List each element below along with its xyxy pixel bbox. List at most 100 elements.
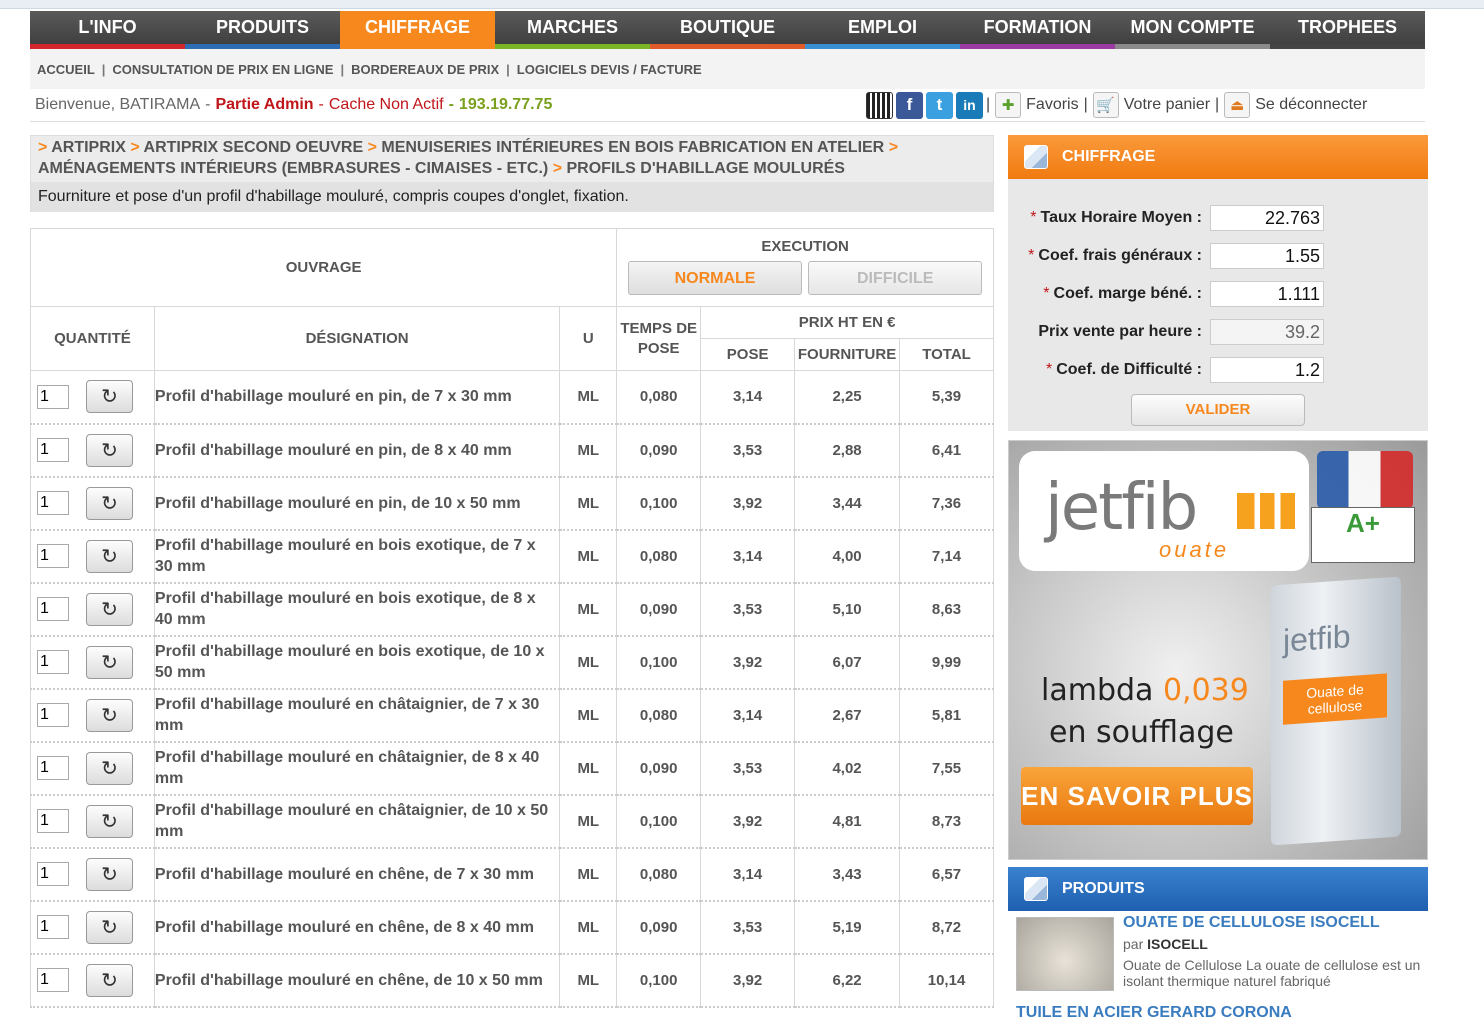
- marge-input[interactable]: [1210, 281, 1324, 307]
- breadcrumb-item[interactable]: PROFILS D'HABILLAGE MOULURÉS: [567, 160, 845, 177]
- refresh-icon[interactable]: ↻: [86, 751, 133, 785]
- nav-chiffrage[interactable]: CHIFFRAGE: [340, 11, 495, 49]
- designation-cell[interactable]: Profil d'habillage mouluré en châtaignie…: [153, 688, 561, 743]
- subnav-bordereaux[interactable]: BORDEREAUX DE PRIX: [351, 62, 499, 77]
- prix-row: Prix vente par heure :: [1008, 319, 1428, 345]
- quantity-input[interactable]: [37, 650, 69, 674]
- product-title[interactable]: OUATE DE CELLULOSE ISOCELL: [1123, 914, 1380, 932]
- nav-produits[interactable]: PRODUITS: [185, 11, 340, 49]
- nav-boutique[interactable]: BOUTIQUE: [650, 11, 805, 49]
- quantity-input[interactable]: [37, 597, 69, 621]
- quantity-input[interactable]: [37, 384, 69, 409]
- valider-button[interactable]: VALIDER: [1131, 394, 1305, 426]
- product-thumbnail[interactable]: [1016, 917, 1114, 991]
- subnav-accueil[interactable]: ACCUEIL: [37, 62, 95, 77]
- unit-cell: ML: [559, 953, 618, 1008]
- quantity-input[interactable]: [37, 968, 69, 992]
- temps-cell: 0,100: [616, 635, 702, 690]
- quantity-input[interactable]: [37, 491, 69, 515]
- refresh-icon[interactable]: ↻: [86, 963, 133, 997]
- total-cell: 6,57: [899, 847, 994, 902]
- qty-cell: ↻: [30, 635, 155, 690]
- subnav-separator: |: [340, 61, 345, 77]
- nav-marches[interactable]: MARCHES: [495, 11, 650, 49]
- product-item[interactable]: OUATE DE CELLULOSE ISOCELL par ISOCELL O…: [1008, 911, 1428, 1001]
- fourniture-cell: 4,81: [794, 794, 901, 849]
- refresh-icon[interactable]: ↻: [86, 592, 133, 626]
- prix-input[interactable]: [1210, 319, 1324, 345]
- product-bag-image: jetfib Ouate de cellulose: [1271, 576, 1401, 846]
- refresh-icon[interactable]: ↻: [86, 910, 133, 944]
- breadcrumb-arrow: >: [130, 139, 140, 156]
- cube-icon: [1024, 145, 1048, 169]
- designation-cell[interactable]: Profil d'habillage mouluré en bois exoti…: [153, 635, 561, 690]
- subnav-logiciels[interactable]: LOGICIELS DEVIS / FACTURE: [517, 62, 702, 77]
- table-row: ↻ Profil d'habillage mouluré en châtaigni…: [30, 741, 994, 796]
- refresh-icon[interactable]: ↻: [86, 698, 133, 732]
- quantity-input[interactable]: [37, 862, 69, 886]
- designation-cell[interactable]: Profil d'habillage mouluré en chêne, de …: [153, 847, 561, 902]
- diff-input[interactable]: [1210, 357, 1324, 383]
- fg-input[interactable]: [1210, 243, 1324, 269]
- quantity-input[interactable]: [37, 809, 69, 833]
- quantity-input[interactable]: [37, 703, 69, 727]
- designation-cell[interactable]: Profil d'habillage mouluré en châtaignie…: [153, 741, 561, 796]
- breadcrumb-item[interactable]: AMÉNAGEMENTS INTÉRIEURS (EMBRASURES - CI…: [38, 160, 548, 177]
- designation-cell[interactable]: Profil d'habillage mouluré en pin, de 10…: [153, 476, 561, 531]
- designation-cell[interactable]: Profil d'habillage mouluré en bois exoti…: [153, 582, 561, 637]
- en-savoir-plus-button[interactable]: EN SAVOIR PLUS: [1021, 767, 1253, 825]
- normale-button[interactable]: NORMALE: [628, 261, 803, 295]
- breadcrumb-item[interactable]: ARTIPRIX SECOND OEUVRE: [144, 139, 364, 156]
- linkedin-icon[interactable]: in: [956, 91, 983, 119]
- nav-emploi[interactable]: EMPLOI: [805, 11, 960, 49]
- refresh-icon[interactable]: ↻: [86, 380, 133, 414]
- user-toolbar: f t in | ✚ Favoris | 🛒 Votre panier | ⏏ …: [866, 90, 1372, 120]
- unit-cell: ML: [559, 688, 618, 743]
- qty-cell: ↻: [30, 529, 155, 584]
- designation-cell[interactable]: Profil d'habillage mouluré en pin, de 8 …: [153, 423, 561, 478]
- difficile-button[interactable]: DIFFICILE: [808, 261, 983, 295]
- pose-cell: 3,14: [700, 370, 796, 425]
- total-cell: 9,99: [899, 635, 994, 690]
- favoris-link[interactable]: ✚ Favoris: [995, 92, 1079, 118]
- nav-info[interactable]: L'INFO: [30, 11, 185, 49]
- refresh-icon[interactable]: ↻: [86, 433, 133, 467]
- quantity-input[interactable]: [37, 756, 69, 780]
- breadcrumb-item[interactable]: ARTIPRIX: [51, 139, 126, 156]
- next-product-title[interactable]: TUILE EN ACIER GERARD CORONA: [1016, 1004, 1292, 1022]
- temps-cell: 0,090: [616, 900, 702, 955]
- refresh-icon[interactable]: ↻: [86, 539, 133, 573]
- facebook-icon[interactable]: f: [896, 91, 923, 119]
- designation-cell[interactable]: Profil d'habillage mouluré en châtaignie…: [153, 794, 561, 849]
- fourniture-cell: 3,43: [794, 847, 901, 902]
- qr-code-icon[interactable]: [866, 91, 893, 119]
- admin-link[interactable]: Partie Admin: [215, 96, 313, 114]
- welcome-greeting: Bienvenue, BATIRAMA: [35, 96, 201, 113]
- jetfib-ad-banner[interactable]: jetfib ouate A+ jetfib Ouate de cellulos…: [1008, 440, 1428, 860]
- breadcrumb-item[interactable]: MENUISERIES INTÉRIEURES EN BOIS FABRICAT…: [381, 139, 884, 156]
- toolbar-separator: |: [1215, 96, 1220, 113]
- table-row: ↻ Profil d'habillage mouluré en bois exot…: [30, 582, 994, 637]
- designation-cell[interactable]: Profil d'habillage mouluré en bois exoti…: [153, 529, 561, 584]
- refresh-icon[interactable]: ↻: [86, 857, 133, 891]
- quantity-input[interactable]: [37, 438, 69, 462]
- panier-link[interactable]: 🛒 Votre panier: [1092, 92, 1210, 118]
- designation-cell[interactable]: Profil d'habillage mouluré en chêne, de …: [153, 953, 561, 1008]
- quantity-input[interactable]: [37, 544, 69, 568]
- scrollbar-track[interactable]: [1466, 9, 1484, 1017]
- taux-input[interactable]: [1210, 205, 1324, 231]
- twitter-icon[interactable]: t: [926, 91, 953, 119]
- quantity-input[interactable]: [37, 915, 69, 939]
- favoris-label: Favoris: [1026, 96, 1079, 113]
- refresh-icon[interactable]: ↻: [86, 804, 133, 838]
- cache-status[interactable]: Cache Non Actif: [329, 96, 444, 114]
- nav-mon-compte[interactable]: MON COMPTE: [1115, 11, 1270, 49]
- nav-formation[interactable]: FORMATION: [960, 11, 1115, 49]
- nav-trophees[interactable]: TROPHEES: [1270, 11, 1425, 49]
- deconnecter-link[interactable]: ⏏ Se déconnecter: [1224, 92, 1367, 118]
- designation-cell[interactable]: Profil d'habillage mouluré en chêne, de …: [153, 900, 561, 955]
- refresh-icon[interactable]: ↻: [86, 645, 133, 679]
- refresh-icon[interactable]: ↻: [86, 486, 133, 520]
- subnav-consultation[interactable]: CONSULTATION DE PRIX EN LIGNE: [112, 62, 333, 77]
- designation-cell[interactable]: Profil d'habillage mouluré en pin, de 7 …: [153, 370, 561, 425]
